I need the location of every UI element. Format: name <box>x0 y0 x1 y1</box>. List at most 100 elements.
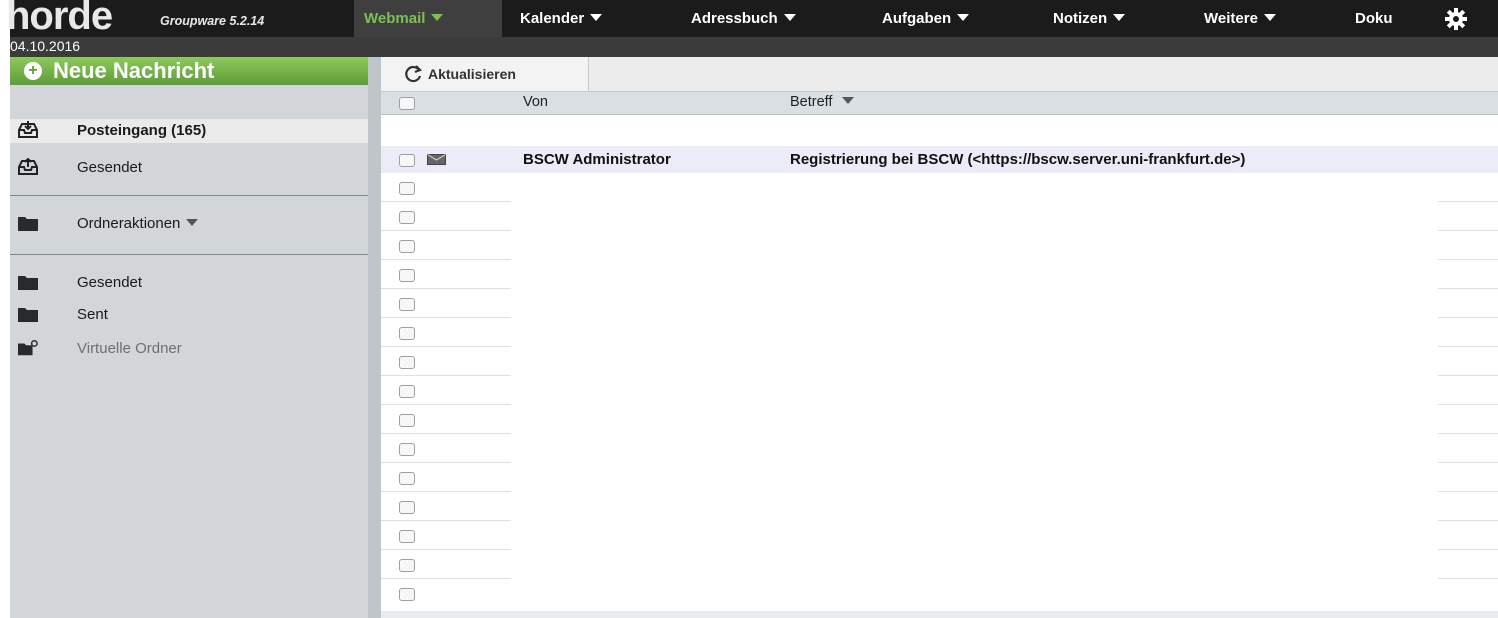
row-checkbox[interactable] <box>399 240 415 253</box>
nav-label: Doku <box>1355 10 1393 27</box>
row-checkbox[interactable] <box>399 501 415 514</box>
folder-actions-label: Ordneraktionen <box>77 215 199 232</box>
folder-icon <box>18 217 38 231</box>
empty-row <box>381 463 1498 492</box>
sidebar-splitter[interactable] <box>368 57 381 618</box>
empty-row <box>381 376 1498 405</box>
chevron-down-icon <box>186 219 199 226</box>
logo-text: horde <box>6 0 113 38</box>
empty-row <box>381 550 1498 579</box>
empty-row <box>381 289 1498 318</box>
sort-desc-icon <box>842 97 855 104</box>
chevron-down-icon <box>590 14 603 21</box>
message-from: BSCW Administrator <box>523 151 671 168</box>
empty-row <box>381 347 1498 376</box>
folder-icon <box>18 308 38 322</box>
logo-subtitle: Groupware 5.2.14 <box>160 14 265 28</box>
chevron-down-icon <box>431 14 444 21</box>
folder-icon <box>18 276 38 290</box>
sidebar: + Neue Nachricht Posteingang (165) Gesen… <box>10 57 368 618</box>
row-checkbox[interactable] <box>399 327 415 340</box>
empty-row <box>381 173 1498 202</box>
folder-virtual[interactable]: Virtuelle Ordner <box>10 335 368 362</box>
column-from[interactable]: Von <box>523 94 548 110</box>
folder-label: Sent <box>77 306 108 323</box>
nav-notizen[interactable]: Notizen <box>1033 0 1184 37</box>
chevron-down-icon <box>783 14 796 21</box>
folder-label: Posteingang (165) <box>77 122 207 139</box>
nav-label: Adressbuch <box>691 10 778 27</box>
folder-sent-en[interactable]: Sent <box>10 301 368 328</box>
folder-inbox[interactable]: Posteingang (165) <box>10 119 368 143</box>
refresh-icon <box>405 65 422 83</box>
virtual-folder-icon <box>18 340 38 356</box>
empty-row <box>381 202 1498 231</box>
sidebar-divider <box>10 254 368 255</box>
nav-label: Webmail <box>364 10 426 27</box>
empty-row <box>381 579 1498 608</box>
row-checkbox[interactable] <box>399 443 415 456</box>
refresh-button[interactable]: Aktualisieren <box>381 57 589 91</box>
folder-gesendet[interactable]: Gesendet <box>10 269 368 296</box>
inbox-icon <box>18 121 38 138</box>
nav-doku[interactable]: Doku <box>1335 0 1423 37</box>
list-header: Von Betreff <box>381 92 1498 115</box>
row-checkbox[interactable] <box>399 472 415 485</box>
folder-label: Gesendet <box>77 159 143 176</box>
empty-row <box>381 318 1498 347</box>
row-checkbox[interactable] <box>399 588 415 601</box>
message-row[interactable]: BSCW Administrator Registrierung bei BSC… <box>381 146 1498 173</box>
row-checkbox[interactable] <box>399 530 415 543</box>
row-checkbox[interactable] <box>399 269 415 282</box>
plus-icon: + <box>24 62 42 80</box>
message-checkbox[interactable] <box>399 154 415 167</box>
row-checkbox[interactable] <box>399 559 415 572</box>
empty-row <box>381 521 1498 550</box>
row-checkbox[interactable] <box>399 414 415 427</box>
nav-adressbuch[interactable]: Adressbuch <box>669 0 860 37</box>
empty-row <box>381 260 1498 289</box>
row-checkbox[interactable] <box>399 356 415 369</box>
refresh-label: Aktualisieren <box>428 66 516 82</box>
nav-label: Weitere <box>1204 10 1258 27</box>
nav-label: Notizen <box>1053 10 1108 27</box>
row-checkbox[interactable] <box>399 385 415 398</box>
main-nav: Webmail Kalender Adressbuch Aufgaben Not… <box>354 0 1423 37</box>
empty-row <box>381 492 1498 521</box>
chevron-down-icon <box>1113 14 1126 21</box>
folder-sent[interactable]: Gesendet <box>10 154 368 181</box>
row-checkbox[interactable] <box>399 182 415 195</box>
nav-aufgaben[interactable]: Aufgaben <box>860 0 1033 37</box>
current-date: 04.10.2016 <box>10 38 81 54</box>
folder-label: Gesendet <box>77 274 143 291</box>
row-checkbox[interactable] <box>399 298 415 311</box>
horde-logo[interactable]: horde Groupware 5.2.14 <box>6 0 354 38</box>
row-checkbox[interactable] <box>399 211 415 224</box>
date-bar: 04.10.2016 <box>10 37 1498 57</box>
sent-tray-icon <box>18 158 38 175</box>
nav-weitere[interactable]: Weitere <box>1184 0 1335 37</box>
chevron-down-icon <box>957 14 970 21</box>
new-message-label: Neue Nachricht <box>53 58 215 83</box>
message-pane: Aktualisieren Von Betreff BSCW Administr… <box>381 57 1498 618</box>
empty-row <box>381 231 1498 260</box>
nav-webmail[interactable]: Webmail <box>354 0 502 37</box>
new-message-button[interactable]: + Neue Nachricht <box>10 57 368 85</box>
column-subject[interactable]: Betreff <box>790 94 855 110</box>
nav-kalender[interactable]: Kalender <box>502 0 669 37</box>
envelope-icon <box>427 154 446 165</box>
message-subject: Registrierung bei BSCW (<https://bscw.se… <box>790 151 1246 168</box>
list-bottom-border <box>381 611 1498 618</box>
folder-actions-menu[interactable]: Ordneraktionen <box>10 210 368 237</box>
empty-row <box>381 405 1498 434</box>
empty-row <box>381 434 1498 463</box>
gear-icon[interactable] <box>1444 7 1468 31</box>
folder-label: Virtuelle Ordner <box>77 340 182 357</box>
toolbar: Aktualisieren <box>381 57 1498 92</box>
select-all-checkbox[interactable] <box>399 97 415 110</box>
top-bar: horde Groupware 5.2.14 Webmail Kalender … <box>6 0 1498 38</box>
nav-label: Aufgaben <box>882 10 952 27</box>
sidebar-divider <box>10 195 368 196</box>
chevron-down-icon <box>1263 14 1276 21</box>
nav-label: Kalender <box>520 10 585 27</box>
